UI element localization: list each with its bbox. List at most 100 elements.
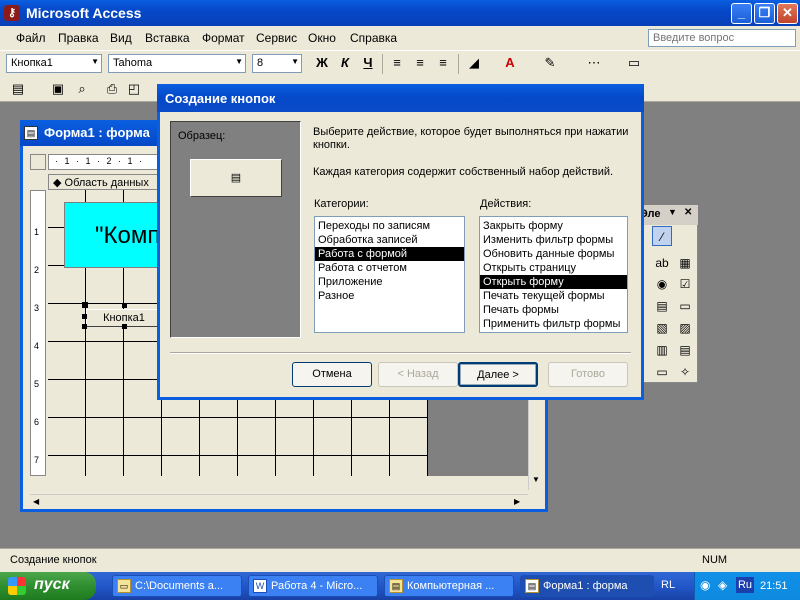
access-key-icon[interactable]: ⚷ xyxy=(4,5,20,21)
finish-button[interactable]: Готово xyxy=(548,362,628,387)
font-combo[interactable]: Tahoma ▼ xyxy=(108,54,246,73)
move-handle[interactable] xyxy=(82,302,88,308)
command-button-icon[interactable]: ▭ xyxy=(675,296,695,316)
volume-icon[interactable]: ◈ xyxy=(718,578,727,592)
categories-listbox[interactable]: Переходы по записям Обработка записей Ра… xyxy=(314,216,465,333)
special-effect-icon[interactable]: ▭ xyxy=(624,53,644,73)
bound-frame-icon[interactable]: ▨ xyxy=(675,318,695,338)
text-box-icon[interactable]: ab xyxy=(652,253,672,273)
taskbar-item-form[interactable]: ▤ Форма1 : форма xyxy=(520,575,654,597)
chevron-down-icon[interactable]: ▼ xyxy=(668,207,677,217)
ruler-corner[interactable] xyxy=(30,154,46,170)
more-controls-icon[interactable]: ✧ xyxy=(675,362,695,382)
horizontal-scrollbar[interactable]: ◀ ▶ xyxy=(30,494,528,508)
align-right-icon[interactable]: ≡ xyxy=(433,53,453,73)
category-item-selected[interactable]: Работа с формой xyxy=(315,247,464,261)
save-icon[interactable]: ▣ xyxy=(48,79,68,99)
menu-help[interactable]: Справка xyxy=(350,31,397,45)
search-icon[interactable]: ⌕ xyxy=(72,79,92,99)
close-icon[interactable]: ✕ xyxy=(684,207,692,218)
dialog-title-bar[interactable]: Создание кнопок xyxy=(157,84,644,112)
object-combo[interactable]: Кнопка1 ▼ xyxy=(6,54,102,73)
resize-handle[interactable] xyxy=(82,324,87,329)
language-bar-button[interactable]: RL xyxy=(661,579,675,591)
taskbar-item-word[interactable]: W Работа 4 - Micro... xyxy=(248,575,378,597)
bold-button[interactable]: Ж xyxy=(312,53,332,73)
resize-handle[interactable] xyxy=(82,314,87,319)
start-label: пуск xyxy=(34,576,70,593)
check-box-icon[interactable]: ☑ xyxy=(675,274,695,294)
resize-handle[interactable] xyxy=(122,324,127,329)
tab-control-icon[interactable]: ▤ xyxy=(675,340,695,360)
preview-icon[interactable]: ◰ xyxy=(124,79,144,99)
vertical-ruler[interactable]: 1 2 3 4 5 6 7 xyxy=(30,190,46,476)
image-icon[interactable]: ▧ xyxy=(652,318,672,338)
underline-button[interactable]: Ч xyxy=(358,53,378,73)
action-item[interactable]: Печать текущей формы xyxy=(480,289,627,303)
category-item[interactable]: Обработка записей xyxy=(315,233,464,247)
maximize-button[interactable]: ❐ xyxy=(754,3,775,24)
ruler-mark: 4 xyxy=(34,341,40,351)
action-item[interactable]: Открыть страницу xyxy=(480,261,627,275)
cancel-button[interactable]: Отмена xyxy=(292,362,372,387)
toggle-icon[interactable]: ▦ xyxy=(675,253,695,273)
fill-color-icon[interactable]: ◢ xyxy=(464,53,484,73)
page-break-icon[interactable]: ▥ xyxy=(652,340,672,360)
category-item[interactable]: Переходы по записям xyxy=(315,219,464,233)
italic-button[interactable]: К xyxy=(335,53,355,73)
combo-box-icon[interactable]: ▤ xyxy=(652,296,672,316)
align-left-icon[interactable]: ≡ xyxy=(387,53,407,73)
action-item[interactable]: Обновить данные формы xyxy=(480,247,627,261)
wizard-icon[interactable]: ⁄ xyxy=(652,226,672,246)
option-button-icon[interactable]: ◉ xyxy=(652,274,672,294)
action-item[interactable]: Изменить фильтр формы xyxy=(480,233,627,247)
menu-tools[interactable]: Сервис xyxy=(256,31,297,45)
next-button[interactable]: Далее > xyxy=(458,362,538,387)
rectangle-icon[interactable]: ▭ xyxy=(652,362,672,382)
clock[interactable]: 21:51 xyxy=(760,580,788,592)
windows-logo-icon xyxy=(8,577,26,595)
menu-insert[interactable]: Вставка xyxy=(145,31,190,45)
network-icon[interactable]: ◉ xyxy=(700,578,710,592)
input-language-indicator[interactable]: Ru xyxy=(736,577,754,593)
help-question-input[interactable] xyxy=(648,29,796,47)
align-center-icon[interactable]: ≡ xyxy=(410,53,430,73)
scroll-left-icon[interactable]: ◀ xyxy=(33,497,39,506)
database-icon: ▤ xyxy=(389,579,403,593)
chevron-down-icon: ▼ xyxy=(235,57,243,66)
ruler-marks: · 1 · 1 · 2 · 1 · xyxy=(55,156,145,166)
scroll-right-icon[interactable]: ▶ xyxy=(514,497,520,506)
category-item[interactable]: Работа с отчетом xyxy=(315,261,464,275)
size-combo[interactable]: 8 ▼ xyxy=(252,54,302,73)
menu-view[interactable]: Вид xyxy=(110,31,132,45)
line-color-icon[interactable]: ✎ xyxy=(540,53,560,73)
minimize-button[interactable]: _ xyxy=(731,3,752,24)
font-color-icon[interactable]: A xyxy=(500,53,520,73)
print-icon[interactable]: ⎙ xyxy=(102,79,122,99)
toolbox-title-bar[interactable]: Эле ▼ ✕ xyxy=(638,205,698,225)
form-icon: ▤ xyxy=(24,126,38,140)
action-item-selected[interactable]: Открыть форму xyxy=(480,275,627,289)
menu-format[interactable]: Формат xyxy=(202,31,245,45)
action-item[interactable]: Закрыть форму xyxy=(480,219,627,233)
category-item[interactable]: Приложение xyxy=(315,275,464,289)
category-item[interactable]: Разное xyxy=(315,289,464,303)
menu-edit[interactable]: Правка xyxy=(58,31,99,45)
menu-window[interactable]: Окно xyxy=(308,31,336,45)
action-item[interactable]: Применить фильтр формы xyxy=(480,317,627,331)
action-item[interactable]: Печать формы xyxy=(480,303,627,317)
taskbar-item-explorer[interactable]: ▭ C:\Documents a... xyxy=(112,575,242,597)
sample-panel xyxy=(170,121,301,338)
object-combo-value: Кнопка1 xyxy=(11,57,53,69)
close-button[interactable]: ✕ xyxy=(777,3,798,24)
scroll-down-icon[interactable]: ▼ xyxy=(532,475,540,484)
resize-handle[interactable] xyxy=(122,303,127,308)
border-width-icon[interactable]: ⋯ xyxy=(584,53,604,73)
taskbar-item-database[interactable]: ▤ Компьютерная ... xyxy=(384,575,514,597)
status-text: Создание кнопок xyxy=(10,554,97,566)
app-title-bar[interactable]: ⚷ Microsoft Access _ ❐ ✕ xyxy=(0,0,800,26)
view-icon[interactable]: ▤ xyxy=(8,79,28,99)
menu-file[interactable]: Файл xyxy=(16,31,46,45)
back-button[interactable]: < Назад xyxy=(378,362,458,387)
actions-listbox[interactable]: Закрыть форму Изменить фильтр формы Обно… xyxy=(479,216,628,333)
